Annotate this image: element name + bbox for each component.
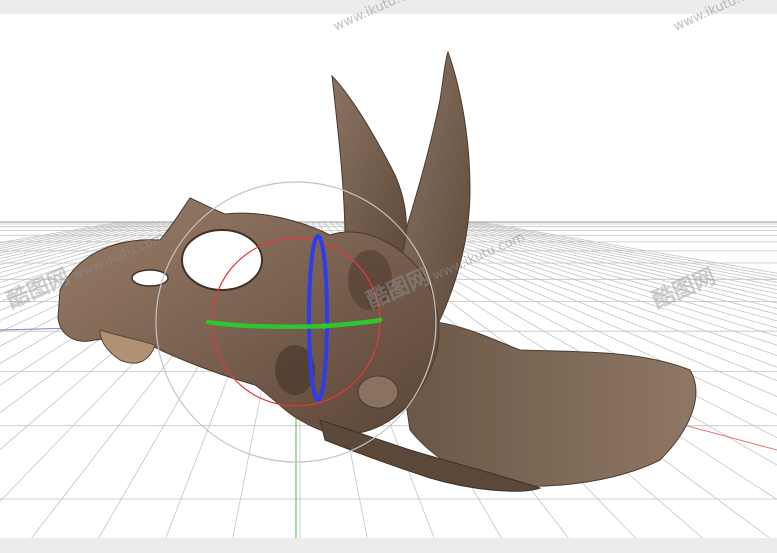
scene-canvas[interactable] (0, 0, 777, 553)
gizmo-center[interactable] (321, 323, 327, 329)
skull-boss (357, 375, 399, 409)
viewport-bottom-bar (0, 538, 777, 553)
skull-orbit-shadow (348, 250, 392, 310)
3d-viewport[interactable]: 酷图网www.ikutu.com 酷图网www.ikutu.com 酷图网 ww… (0, 0, 777, 553)
